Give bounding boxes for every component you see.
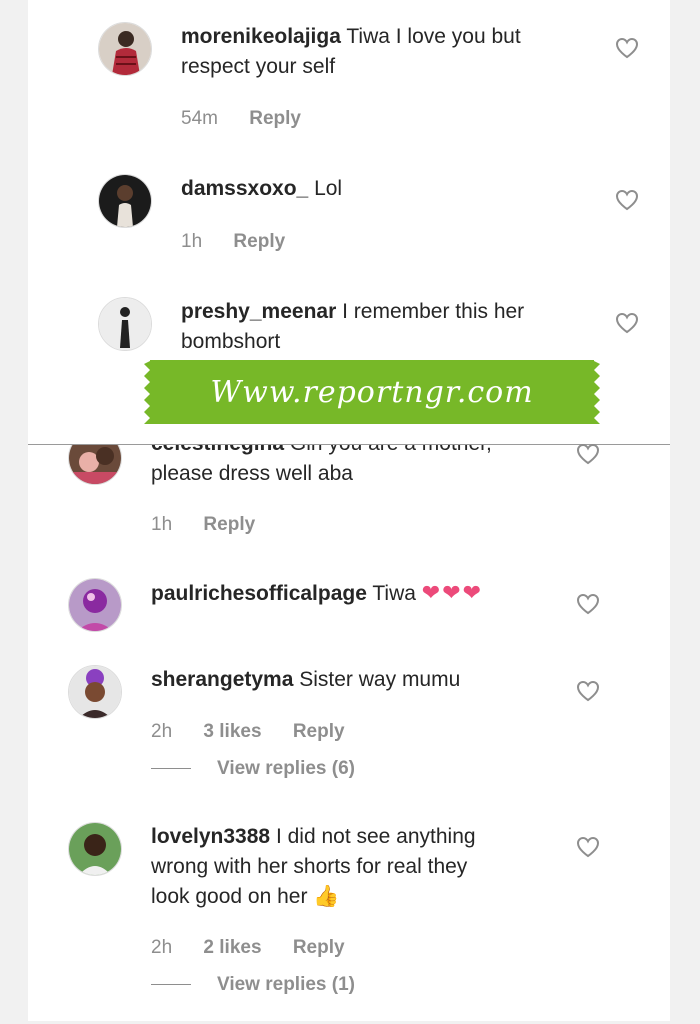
thumbs-up-icon: 👍: [313, 885, 340, 908]
comment-meta: 54m Reply: [181, 108, 301, 130]
comment-text: celestinegina Girl you are a mother, ple…: [151, 445, 571, 489]
replies-divider: [151, 768, 191, 770]
comment-meta: 1h Reply: [151, 514, 255, 536]
avatar-clip: [60, 445, 130, 485]
comment-text-clip: celestinegina Girl you are a mother, ple…: [151, 445, 571, 491]
comment-username[interactable]: celestinegina: [151, 445, 284, 455]
comment-time: 2h: [151, 937, 173, 958]
comment-meta: 2h 3 likes Reply: [151, 721, 345, 743]
likes-count[interactable]: 2 likes: [203, 937, 261, 958]
comment-body: please dress well aba: [151, 462, 353, 485]
view-replies-button[interactable]: View replies (6): [151, 758, 355, 780]
avatar[interactable]: [68, 578, 122, 632]
avatar[interactable]: [98, 174, 152, 228]
view-replies-button[interactable]: View replies (1): [151, 974, 355, 996]
heart-outline-icon[interactable]: [575, 679, 601, 703]
comment-body: Tiwa: [372, 582, 416, 605]
heart-outline-icon[interactable]: [614, 188, 640, 212]
view-replies-label: View replies (1): [217, 974, 355, 995]
comment-time: 2h: [151, 721, 173, 742]
comment-body: I remember this her: [342, 300, 525, 323]
banner-left-edge: [144, 360, 152, 424]
reply-button[interactable]: Reply: [203, 514, 255, 535]
heart-outline-icon[interactable]: [614, 311, 640, 335]
comment-username[interactable]: preshy_meenar: [181, 300, 336, 323]
avatar[interactable]: [68, 665, 122, 719]
comment-body: Tiwa I love you but: [346, 25, 521, 48]
avatar[interactable]: [68, 445, 122, 485]
comment-username[interactable]: sherangetyma: [151, 668, 293, 691]
avatar[interactable]: [98, 297, 152, 351]
pink-hearts-emoji: ❤❤❤: [421, 580, 484, 605]
comment-time: 1h: [151, 514, 173, 535]
comment-text: lovelyn3388 I did not see anything wrong…: [151, 822, 571, 912]
replies-divider: [151, 984, 191, 986]
avatar[interactable]: [68, 822, 122, 876]
comment-username[interactable]: lovelyn3388: [151, 825, 270, 848]
comment-body: I did not see anything: [275, 825, 476, 848]
comment-username[interactable]: morenikeolajiga: [181, 25, 341, 48]
reply-button[interactable]: Reply: [233, 231, 285, 252]
likes-count[interactable]: 3 likes: [203, 721, 261, 742]
comment-text: preshy_meenar I remember this her bombsh…: [181, 297, 581, 357]
comment-text: damssxoxo_ Lol: [181, 174, 581, 204]
reply-button[interactable]: Reply: [293, 721, 345, 742]
avatar[interactable]: [98, 22, 152, 76]
comment-text: paulrichesofficalpage Tiwa ❤❤❤: [151, 578, 571, 609]
comment-meta: 1h Reply: [181, 231, 285, 253]
reply-button[interactable]: Reply: [293, 937, 345, 958]
comment-text: morenikeolajiga Tiwa I love you but resp…: [181, 22, 581, 82]
banner-right-edge: [592, 360, 600, 424]
reply-button[interactable]: Reply: [249, 108, 301, 129]
comment-time: 1h: [181, 231, 203, 252]
heart-outline-icon[interactable]: [575, 442, 601, 466]
comment-body: Sister way mumu: [299, 668, 461, 691]
comment-meta: 2h 2 likes Reply: [151, 937, 345, 959]
heart-outline-icon[interactable]: [614, 36, 640, 60]
comment-body: Lol: [314, 177, 343, 200]
watermark-text: Www.reportngr.com: [210, 374, 534, 410]
heart-outline-icon[interactable]: [575, 835, 601, 859]
comment-body: bombshort: [181, 330, 281, 353]
heart-outline-icon[interactable]: [575, 592, 601, 616]
comment-body: look good on her: [151, 885, 308, 908]
comment-time: 54m: [181, 108, 218, 129]
comment-username[interactable]: damssxoxo_: [181, 177, 308, 200]
comments-panel-bottom: [28, 444, 670, 1021]
comment-body: wrong with her shorts for real they: [151, 855, 468, 878]
comment-username[interactable]: paulrichesofficalpage: [151, 582, 367, 605]
view-replies-label: View replies (6): [217, 758, 355, 779]
watermark-banner: Www.reportngr.com: [150, 360, 594, 424]
comment-body: Girl you are a mother,: [290, 445, 492, 455]
comment-body: respect your self: [181, 55, 336, 78]
comment-text: sherangetyma Sister way mumu: [151, 665, 571, 695]
